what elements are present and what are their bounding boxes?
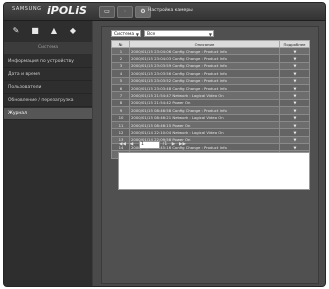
table-row: 1 2000/01/15 23:04:06 Config Change : Pro… [111, 46, 310, 56]
row-description: 2000/01/14 22:10:04 Network : Logical Vi… [129, 128, 280, 137]
row-description: 2000/01/15 08:46:15 Power On [129, 120, 280, 130]
table-row: 7 2000/01/15 21:54:47 Network : Logical V… [111, 91, 310, 100]
first-page-icon[interactable]: ◀◀ [119, 141, 126, 148]
sidebar-item-date-time[interactable]: Дата и время [4, 69, 92, 81]
event-type-select[interactable]: Все ▼ [144, 30, 214, 37]
page-title: Настройка камеры [148, 8, 193, 13]
row-description: 2000/01/15 21:54:42 Power On [129, 98, 280, 108]
top-bar: SAMSUNG iPOLiS ▭ ◦ ⚙ Настройка камеры [4, 3, 325, 21]
last-page-icon[interactable]: ▶▶ [179, 141, 186, 148]
log-type-select[interactable]: Система ▼ [111, 30, 141, 37]
brand-logo: SAMSUNG [12, 6, 42, 12]
table-row: 2 2000/01/15 23:04:03 Config Change : Pro… [111, 54, 310, 63]
section-header: Система [4, 42, 92, 54]
table-row: 8 2000/01/15 21:54:42 Power On ▼ [111, 98, 310, 108]
expand-icon[interactable]: ▼ [279, 113, 310, 122]
event-type-value: Все [147, 32, 156, 37]
chevron-down-icon: ▼ [208, 32, 212, 37]
expand-icon[interactable]: ▼ [279, 98, 310, 108]
table-row: 4 2000/01/15 23:03:56 Config Change : Pro… [111, 69, 310, 78]
row-number: 10 [111, 113, 130, 122]
row-description: 2000/01/15 23:03:56 Config Change : Prod… [129, 69, 280, 78]
prev-page-icon[interactable]: ◀ [129, 141, 134, 148]
expand-icon[interactable]: ▼ [279, 143, 310, 152]
row-number: 5 [111, 76, 130, 85]
row-number: 3 [111, 61, 130, 71]
row-description: 2000/01/15 23:03:48 Config Change : Prod… [129, 83, 280, 93]
row-number: 4 [111, 69, 130, 78]
page-total: /1 [162, 142, 168, 147]
sidebar-item-product-info[interactable]: Информация по устройству [4, 56, 92, 68]
expand-icon[interactable]: ▼ [279, 69, 310, 78]
sidebar-item-upgrade-reboot[interactable]: Обновление / перезагрузка [4, 95, 92, 107]
camera-web-viewer: SAMSUNG iPOLiS ▭ ◦ ⚙ Настройка камеры ✎ … [3, 2, 326, 287]
row-description: 2000/01/15 08:46:21 Network : Logical Vi… [129, 113, 280, 122]
row-number: 12 [111, 128, 130, 137]
category-icons: ✎ ■ ▲ ◆ [4, 23, 92, 39]
row-description: 2000/01/15 23:04:06 Config Change : Prod… [129, 46, 280, 56]
video-icon[interactable]: ■ [30, 26, 40, 36]
next-page-icon[interactable]: ▶ [171, 141, 176, 148]
table-row: 9 2000/01/15 08:46:58 Config Change : Pro… [111, 106, 310, 115]
row-number: 2 [111, 54, 130, 63]
page-number-input[interactable]: 1 [139, 141, 160, 149]
row-description: 2000/01/15 23:03:59 Config Change : Prod… [129, 61, 280, 71]
playback-icon: ◦ [123, 8, 127, 15]
expand-icon[interactable]: ▼ [279, 83, 310, 93]
sidebar-item-log[interactable]: Журнал [4, 108, 92, 120]
table-row: 11 2000/01/15 08:46:15 Power On ▼ [111, 120, 310, 130]
expand-icon[interactable]: ▼ [279, 46, 310, 56]
row-description: 2000/01/15 08:46:58 Config Change : Prod… [129, 106, 280, 115]
table-row: 5 2000/01/15 23:03:52 Config Change : Pro… [111, 76, 310, 85]
row-description: 2000/01/15 23:03:52 Config Change : Prod… [129, 76, 280, 85]
column-header-details: Подробнее [279, 40, 310, 48]
row-description: 2000/01/15 21:54:47 Network : Logical Vi… [129, 91, 280, 100]
table-header-row: № Описание Подробнее [111, 40, 310, 48]
wrench-icon[interactable]: ✎ [11, 26, 21, 36]
table-row: 3 2000/01/15 23:03:59 Config Change : Pro… [111, 61, 310, 71]
log-type-value: Система [114, 32, 135, 37]
table-row: 12 2000/01/14 22:10:04 Network : Logical … [111, 128, 310, 137]
monitor-icon: ▭ [104, 8, 110, 15]
event-icon[interactable]: ◆ [68, 26, 78, 36]
expand-icon[interactable]: ▼ [279, 106, 310, 115]
expand-icon[interactable]: ▼ [279, 76, 310, 85]
row-number: 1 [111, 46, 130, 56]
log-panel: Система ▼ Все ▼ № Описание Подробнее 1 20… [101, 26, 319, 284]
gear-icon: ⚙ [140, 8, 146, 15]
lock-icon[interactable]: ▲ [49, 26, 59, 36]
expand-icon[interactable]: ▼ [279, 54, 310, 63]
log-detail-box[interactable] [118, 152, 310, 190]
row-number: 6 [111, 83, 130, 93]
row-number: 8 [111, 98, 130, 108]
chevron-down-icon: ▼ [135, 32, 139, 37]
playback-button[interactable]: ◦ [117, 6, 133, 18]
sidebar-item-users[interactable]: Пользователи [4, 82, 92, 94]
row-number: 9 [111, 106, 130, 115]
main-content: Система ▼ Все ▼ № Описание Подробнее 1 20… [93, 21, 325, 286]
expand-icon[interactable]: ▼ [279, 128, 310, 137]
row-number: 7 [111, 91, 130, 100]
row-number: 11 [111, 120, 130, 130]
expand-icon[interactable]: ▼ [279, 91, 310, 100]
sidebar: ✎ ■ ▲ ◆ Система Информация по устройству… [4, 21, 92, 286]
column-header-number: № [111, 40, 130, 48]
table-row: 6 2000/01/15 23:03:48 Config Change : Pro… [111, 83, 310, 93]
table-row: 10 2000/01/15 08:46:21 Network : Logical … [111, 113, 310, 122]
row-description: 2000/01/15 23:04:03 Config Change : Prod… [129, 54, 280, 63]
expand-icon[interactable]: ▼ [279, 61, 310, 71]
product-logo: iPOLiS [47, 4, 87, 17]
column-header-description: Описание [129, 40, 280, 48]
monitor-button[interactable]: ▭ [99, 6, 115, 18]
expand-icon[interactable]: ▼ [279, 135, 310, 145]
expand-icon[interactable]: ▼ [279, 120, 310, 130]
